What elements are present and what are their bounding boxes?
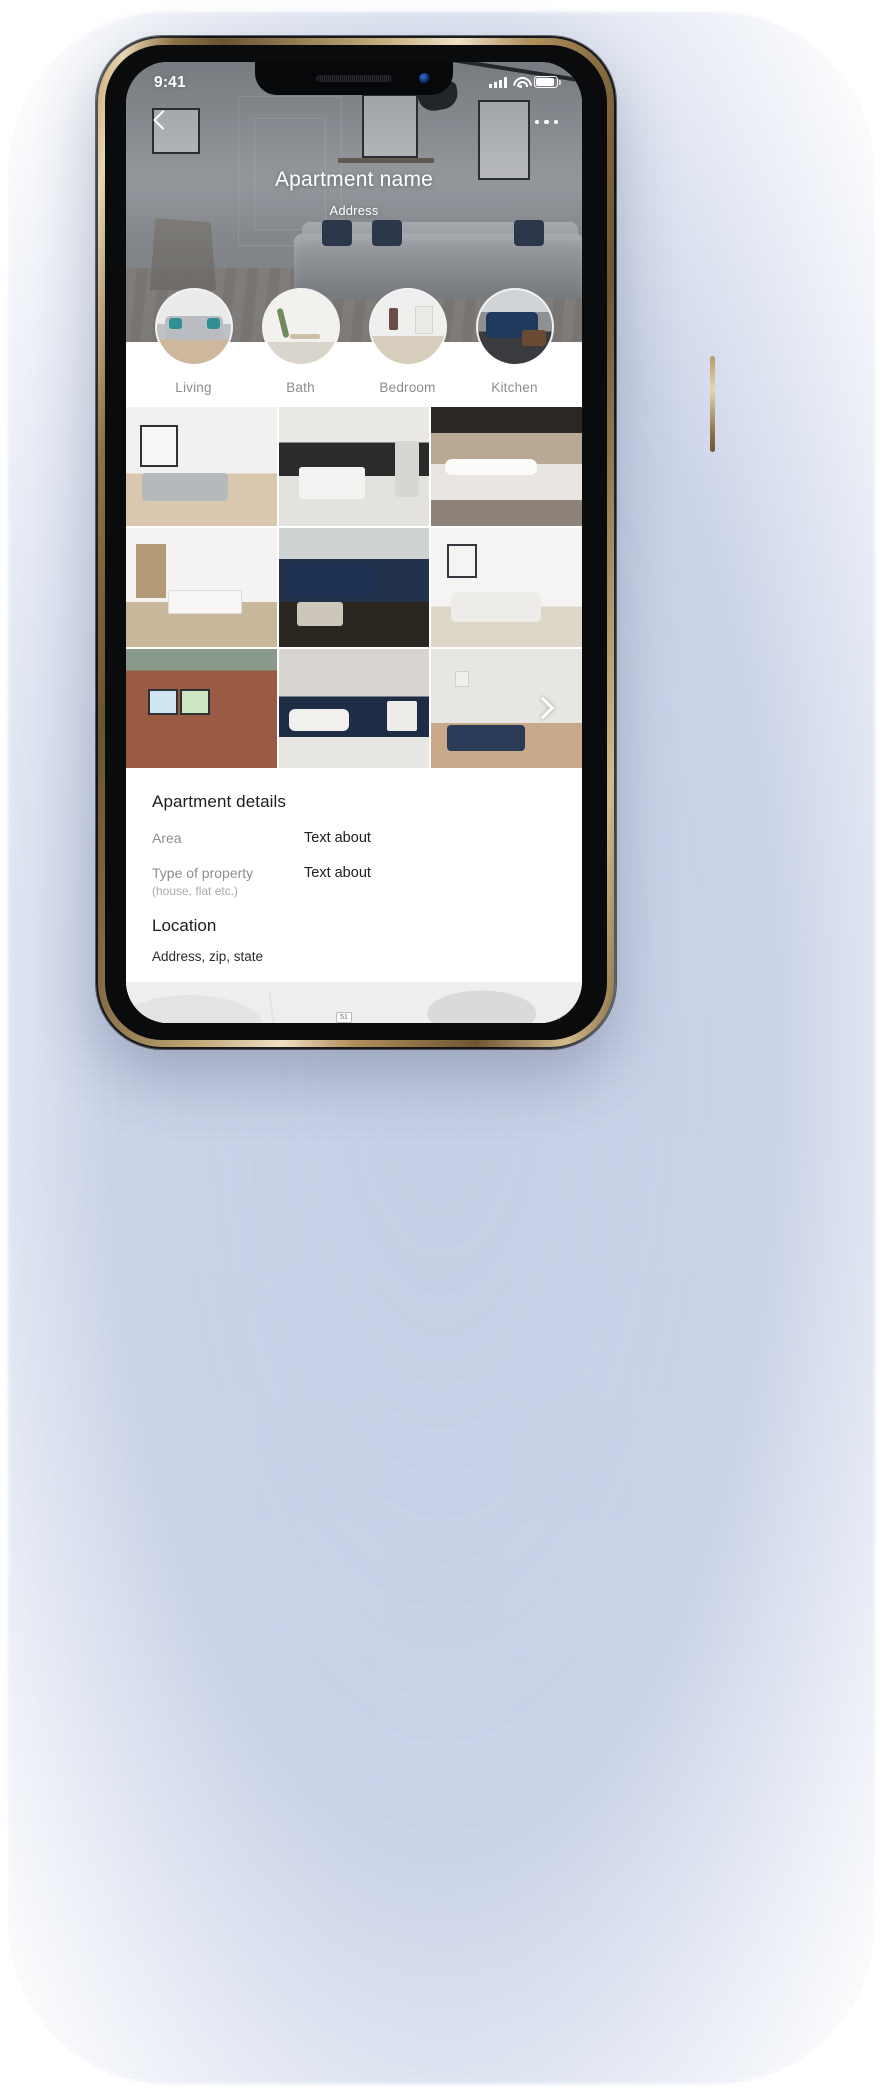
details-title: Apartment details — [152, 792, 286, 811]
category-item-next-partial[interactable] — [568, 290, 582, 395]
location-title: Location — [152, 916, 217, 935]
chevron-right-icon[interactable] — [530, 696, 556, 722]
category-thumb-bedroom — [370, 290, 445, 364]
photo-cell[interactable] — [126, 407, 277, 526]
category-label: Bath — [286, 380, 315, 395]
more-options-icon[interactable] — [533, 114, 561, 131]
highway-shield: 51 — [336, 1012, 352, 1023]
photo-cell[interactable] — [278, 407, 430, 526]
details-rows: Area Text about Type of property (house,… — [152, 830, 556, 899]
photo-cell[interactable] — [431, 649, 582, 768]
signal-bars-icon — [489, 76, 507, 88]
photo-cell[interactable] — [126, 649, 277, 768]
category-label: Bedroom — [379, 380, 436, 395]
detail-key-sublabel: (house, flat etc.) — [152, 884, 239, 898]
photo-cell[interactable] — [278, 649, 430, 768]
category-thumb-bath — [263, 290, 338, 364]
category-item-living[interactable]: Living — [140, 290, 247, 395]
detail-value: Text about — [304, 830, 371, 846]
detail-key: Area — [152, 830, 304, 848]
category-thumb-living — [156, 290, 231, 364]
back-chevron-icon[interactable] — [148, 109, 174, 135]
category-thumb-kitchen — [477, 290, 552, 364]
detail-row: Type of property (house, flat etc.) Text… — [152, 865, 556, 900]
hero-address: Address — [329, 203, 379, 218]
location-address: Address, zip, state — [152, 949, 264, 964]
power-button[interactable] — [710, 356, 715, 452]
category-item-bath[interactable]: Bath — [247, 290, 354, 395]
earpiece-speaker — [316, 75, 392, 82]
category-strip[interactable]: Living Bath Bedroom Kitchen — [126, 290, 582, 407]
battery-icon — [534, 76, 561, 88]
front-camera-icon — [419, 73, 430, 84]
location-map[interactable]: 51 51 Olevatnet Øyangen Бейтостолен Beit… — [126, 982, 582, 1023]
hero-top-bar — [126, 102, 582, 142]
category-label: Kitchen — [491, 380, 538, 395]
detail-value: Text about — [304, 864, 371, 881]
category-item-bedroom[interactable]: Bedroom — [354, 290, 461, 395]
category-item-kitchen[interactable]: Kitchen — [461, 290, 568, 395]
category-label: Living — [175, 380, 212, 395]
detail-row: Area Text about — [152, 830, 556, 848]
device-notch — [255, 62, 453, 95]
page-title: Apartment name — [274, 168, 434, 191]
photo-cell[interactable] — [431, 407, 582, 526]
photo-grid[interactable] — [126, 407, 582, 768]
screenshot-stage: 9:41 Apartment name Address Living Bath … — [0, 0, 883, 2096]
category-list: Living Bath Bedroom Kitchen — [126, 290, 582, 395]
status-bar-indicators — [489, 74, 561, 88]
photo-cell[interactable] — [431, 528, 582, 647]
phone-screen: 9:41 Apartment name Address Living Bath … — [126, 62, 582, 1023]
photo-cell[interactable] — [126, 528, 277, 647]
hero-titles: Apartment name Address — [126, 168, 582, 218]
map-terrain — [126, 982, 582, 1023]
detail-key-label: Area — [152, 830, 182, 846]
detail-key-label: Type of property — [152, 864, 254, 881]
apartment-details-section: Apartment details Area Text about Type o… — [126, 768, 582, 982]
status-bar-time: 9:41 — [154, 74, 186, 91]
location-section: Location Address, zip, state — [152, 916, 556, 964]
wifi-icon — [513, 77, 528, 88]
detail-key: Type of property (house, flat etc.) — [152, 865, 304, 900]
photo-cell[interactable] — [278, 528, 430, 647]
phone-device: 9:41 Apartment name Address Living Bath … — [96, 36, 715, 1049]
